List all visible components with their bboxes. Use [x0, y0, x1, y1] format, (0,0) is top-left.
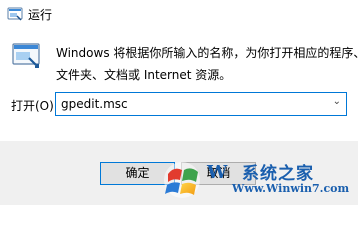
watermark-text: 系统之家 [242, 164, 314, 184]
run-dialog: 运行 Windows 将根据你所输入的名称，为你打开相应的程序、 文件夹、文档或… [0, 0, 358, 205]
open-combobox[interactable]: gpedit.msc ⌄ [55, 92, 347, 116]
title-bar: 运行 [0, 0, 358, 30]
run-icon [12, 43, 40, 68]
chevron-down-icon[interactable]: ⌄ [333, 96, 341, 107]
run-app-icon [7, 7, 23, 21]
open-label: 打开(O): [11, 99, 58, 113]
description-line-1: Windows 将根据你所输入的名称，为你打开相应的程序、 [56, 46, 358, 60]
window-title: 运行 [28, 8, 53, 22]
description-line-2: 文件夹、文档或 Internet 资源。 [56, 68, 232, 82]
watermark-url: Www.Winwin7.com [232, 182, 350, 195]
svg-text:W: W [206, 162, 228, 183]
description: Windows 将根据你所输入的名称，为你打开相应的程序、 文件夹、文档或 In… [56, 42, 358, 86]
open-input[interactable]: gpedit.msc [61, 97, 128, 111]
